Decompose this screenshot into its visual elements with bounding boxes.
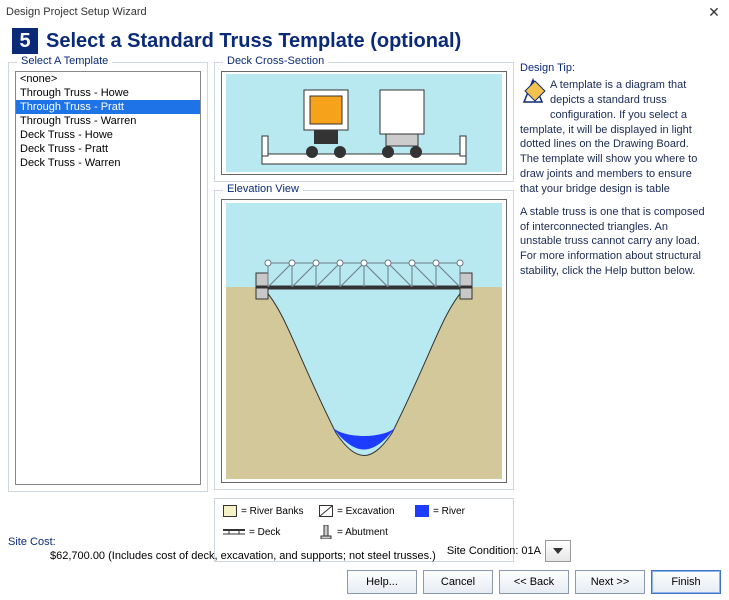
deck-canvas — [221, 71, 507, 175]
template-item[interactable]: Through Truss - Pratt — [16, 100, 200, 114]
design-tip-p1: A template is a diagram that depicts a s… — [520, 78, 710, 197]
template-item[interactable]: Through Truss - Warren — [16, 114, 200, 128]
template-item[interactable]: Deck Truss - Pratt — [16, 142, 200, 156]
cancel-button[interactable]: Cancel — [423, 570, 493, 594]
design-tip: Design Tip: A template is a diagram that… — [520, 62, 710, 287]
chevron-down-icon — [553, 548, 563, 554]
legend-label: = River — [433, 506, 465, 517]
help-button[interactable]: Help... — [347, 570, 417, 594]
step-number: 5 — [12, 28, 38, 54]
site-condition-dropdown[interactable] — [545, 540, 571, 562]
elevation-canvas — [221, 199, 507, 483]
step-title: Select a Standard Truss Template (option… — [46, 30, 461, 53]
close-icon[interactable]: ✕ — [705, 5, 723, 19]
template-item[interactable]: Deck Truss - Warren — [16, 156, 200, 170]
legend-river: = River — [415, 505, 505, 517]
design-tip-p2: A stable truss is one that is composed o… — [520, 205, 710, 279]
step-header: 5 Select a Standard Truss Template (opti… — [12, 28, 721, 54]
template-item[interactable]: Through Truss - Howe — [16, 86, 200, 100]
template-item[interactable]: Deck Truss - Howe — [16, 128, 200, 142]
template-group: Select A Template <none>Through Truss - … — [8, 62, 208, 492]
legend-river-banks: = River Banks — [223, 505, 313, 517]
template-group-title: Select A Template — [17, 55, 112, 67]
compass-icon — [520, 78, 546, 109]
template-list[interactable]: <none>Through Truss - HoweThrough Truss … — [15, 71, 201, 485]
swatch-river-icon — [415, 505, 429, 517]
window-title: Design Project Setup Wizard — [6, 6, 147, 18]
deck-group-title: Deck Cross-Section — [223, 55, 328, 67]
elevation-group-title: Elevation View — [223, 183, 303, 195]
swatch-excavation-icon — [319, 505, 333, 517]
elevation-group: Elevation View — [214, 190, 514, 490]
site-cost-label: Site Cost: — [8, 536, 721, 548]
legend-label: = Excavation — [337, 506, 395, 517]
site-condition-label: Site Condition: 01A — [447, 545, 541, 557]
window-titlebar: Design Project Setup Wizard ✕ — [0, 0, 729, 24]
finish-button[interactable]: Finish — [651, 570, 721, 594]
elevation-svg — [226, 203, 502, 479]
deck-cross-section-svg — [226, 74, 502, 172]
back-button[interactable]: << Back — [499, 570, 569, 594]
design-tip-title: Design Tip: — [520, 62, 710, 74]
template-item[interactable]: <none> — [16, 72, 200, 86]
swatch-river-banks-icon — [223, 505, 237, 517]
site-cost-value: $62,700.00 (Includes cost of deck, excav… — [50, 550, 721, 562]
legend-label: = River Banks — [241, 506, 304, 517]
deck-group: Deck Cross-Section — [214, 62, 514, 182]
next-button[interactable]: Next >> — [575, 570, 645, 594]
legend-excavation: = Excavation — [319, 505, 409, 517]
